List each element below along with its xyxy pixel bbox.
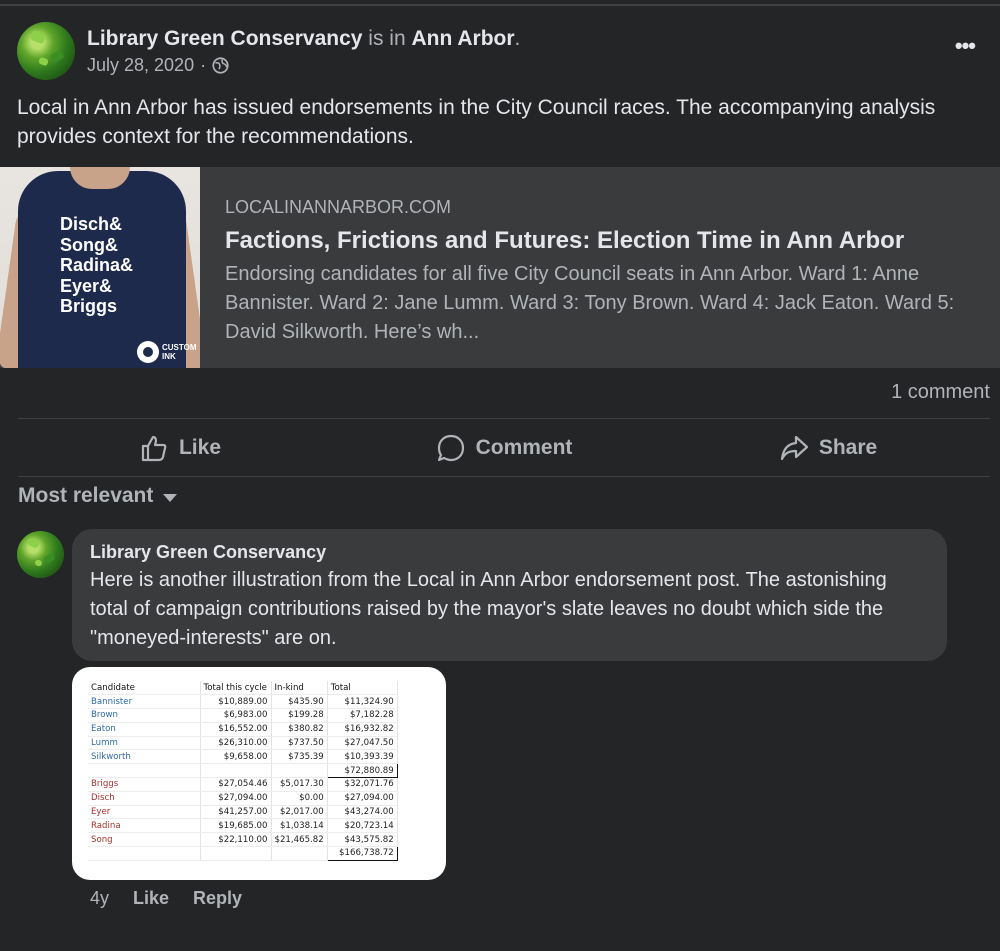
caret-down-icon [163, 493, 178, 502]
share-button[interactable]: Share [666, 420, 990, 476]
table-row: Brown $6,983.00 $199.28 $7,182.28 [88, 708, 398, 723]
thumbs-up-icon [141, 435, 167, 462]
more-options-icon[interactable]: ••• [955, 35, 976, 57]
divider [18, 418, 990, 419]
comment-author[interactable]: Library Green Conservancy [90, 541, 929, 563]
comment-image-spreadsheet[interactable]: Candidate Total this cycle In-kind Total… [72, 667, 446, 880]
group1-total: $72,880.89 [326, 763, 398, 779]
date-separator: · [200, 55, 207, 75]
post-date[interactable]: July 28, 2020 [87, 55, 194, 76]
post-header: Library Green Conservancy is in Ann Arbo… [17, 22, 983, 80]
share-arrow-icon [780, 435, 808, 461]
comment-age[interactable]: 4y [90, 888, 109, 909]
top-divider [0, 4, 1000, 6]
table-row: Briggs $27,054.46 $5,017.30 $32,071.76 [88, 777, 398, 792]
comment-button[interactable]: Comment [342, 420, 666, 476]
divider [18, 476, 990, 477]
table-row: Silkworth $9,658.00 $735.39 $10,393.39 [88, 749, 398, 765]
group2-total: $166,738.72 [326, 846, 398, 861]
post-text: Local in Ann Arbor has issued endorsemen… [17, 96, 936, 148]
link-preview-card[interactable]: Disch& Song& Radina& Eyer& Briggs CUSTOM… [0, 167, 1000, 368]
comment-reply-button[interactable]: Reply [193, 888, 242, 909]
post-meta: July 28, 2020 · [87, 55, 229, 76]
comment-text: Here is another illustration from the Lo… [90, 569, 887, 649]
author-line: Library Green Conservancy is in Ann Arbo… [87, 27, 521, 50]
table-row: Lumm $26,310.00 $737.50 $27,047.50 [88, 736, 398, 751]
link-domain: LOCALINANNARBOR.COM [225, 197, 452, 217]
table-row: Eyer $41,257.00 $2,017.00 $43,274.00 [88, 805, 398, 820]
location-link[interactable]: Ann Arbor [412, 27, 515, 50]
commenter-avatar[interactable] [17, 531, 64, 578]
location-connector: is in [368, 27, 406, 50]
page-avatar[interactable] [17, 22, 75, 80]
comment-count[interactable]: 1 comment [891, 381, 990, 404]
table-row: $166,738.72 [88, 846, 398, 861]
comment-sort-dropdown[interactable]: Most relevant [18, 484, 178, 508]
table-row: Disch $27,094.00 $0.00 $27,094.00 [88, 791, 398, 806]
post-author-link[interactable]: Library Green Conservancy [87, 27, 362, 50]
link-title[interactable]: Factions, Frictions and Futures: Electio… [225, 226, 985, 256]
globe-icon [212, 57, 229, 74]
comment-bubble-icon [437, 434, 464, 462]
like-button[interactable]: Like [18, 420, 342, 476]
table-row: $72,880.89 [88, 763, 398, 779]
shirt-text: Disch& Song& Radina& Eyer& Briggs [60, 214, 134, 316]
table-header-row: Candidate Total this cycle In-kind Total [88, 681, 398, 696]
table-row: Radina $19,685.00 $1,038.14 $20,723.14 [88, 818, 398, 834]
comment-like-button[interactable]: Like [133, 888, 169, 909]
comment-bubble: Library Green Conservancy Here is anothe… [72, 529, 947, 661]
post-actions: Like Comment Share [18, 420, 990, 476]
contributions-table: Candidate Total this cycle In-kind Total… [88, 681, 398, 861]
link-thumbnail: Disch& Song& Radina& Eyer& Briggs CUSTOM… [0, 167, 200, 368]
table-row: Bannister $10,889.00 $435.90 $11,324.90 [88, 694, 398, 710]
table-row: Eaton $16,552.00 $380.82 $16,932.82 [88, 722, 398, 737]
custom-ink-logo: CUSTOM INK [137, 341, 197, 363]
table-row: Song $22,110.00 $21,465.82 $43,575.82 [88, 832, 398, 848]
comment-actions: 4y Like Reply [90, 888, 242, 909]
link-description: Endorsing candidates for all five City C… [225, 263, 955, 343]
